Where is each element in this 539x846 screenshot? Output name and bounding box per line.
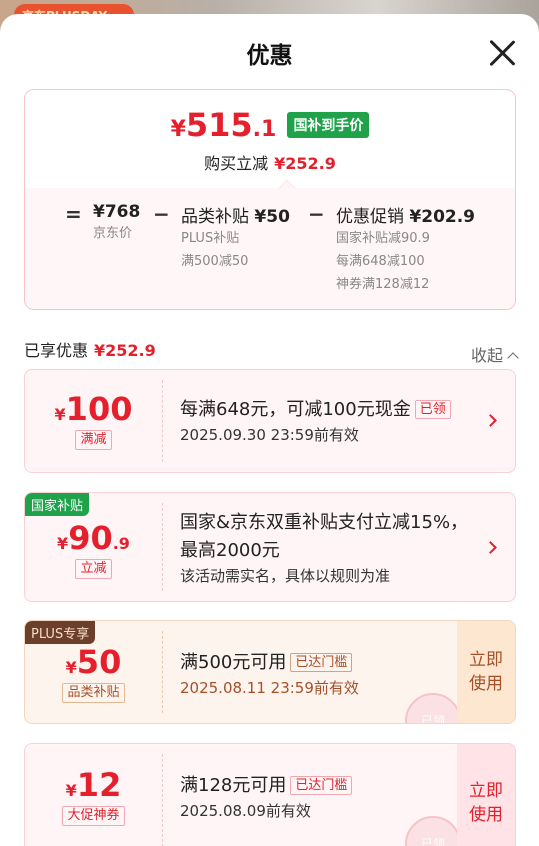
discount-sheet: 优惠 ¥515.1 国补到手价 购买立减 ¥252.9 = ¥768 京东价 − …: [0, 14, 539, 846]
gov-subsidy-tag: 国补到手价: [287, 112, 370, 138]
jd-price-column: ¥768 京东价: [93, 202, 141, 241]
equals-sign: =: [65, 202, 82, 226]
dashed-divider: [162, 754, 163, 846]
purchase-reduction: 购买立减 ¥252.9: [204, 154, 336, 173]
coupon-card-full-reduction[interactable]: ¥100 满减 每满648元，可减100元现金 已领 2025.09.30 23:…: [24, 369, 516, 473]
category-subsidy-column: 品类补贴 ¥50 PLUS补贴 满500减50: [181, 207, 290, 269]
chevron-right-icon[interactable]: [484, 541, 497, 554]
coupon-type-label: 品类补贴: [62, 683, 125, 703]
sheet-title: 优惠: [246, 43, 293, 69]
coupon-amount-block: ¥12 大促神券: [25, 744, 162, 846]
coupon-info: 国家&京东双重补贴支付立减15%，最高2000元 该活动需实名，具体以规则为准: [180, 512, 469, 585]
dashed-divider: [162, 503, 163, 591]
coupon-amount-block: ¥90.9 立减: [25, 493, 162, 601]
chevron-up-icon: [507, 352, 519, 364]
price-summary-card: ¥515.1 国补到手价 购买立减 ¥252.9 = ¥768 京东价 − 品类补…: [24, 89, 516, 310]
use-now-button[interactable]: 立即 使用: [457, 744, 515, 846]
dashed-divider: [162, 631, 163, 713]
coupon-info: 每满648元，可减100元现金 已领 2025.09.30 23:59前有效: [180, 396, 475, 446]
coupon-type-label: 大促神券: [62, 806, 125, 826]
coupon-type-label: 立减: [75, 559, 112, 579]
coupon-info: 满128元可用 已达门槛 2025.08.09前有效: [180, 772, 445, 822]
coupon-type-label: 满减: [75, 430, 112, 450]
chevron-right-icon[interactable]: [484, 414, 497, 427]
dashed-divider: [162, 380, 163, 462]
collapse-button[interactable]: 收起: [471, 342, 519, 366]
price-breakdown: = ¥768 京东价 − 品类补贴 ¥50 PLUS补贴 满500减50 − 优…: [25, 188, 515, 309]
enjoyed-discount: 已享优惠 ¥252.9: [24, 341, 156, 360]
coupon-amount-block: ¥100 满减: [25, 370, 162, 472]
coupon-card-gov-subsidy[interactable]: 国家补贴 ¥90.9 立减 国家&京东双重补贴支付立减15%，最高2000元 该…: [24, 492, 516, 602]
minus-sign-1: −: [153, 202, 170, 226]
coupon-amount-block: ¥50 品类补贴: [25, 621, 162, 723]
final-price-row: ¥515.1 国补到手价: [25, 106, 515, 144]
close-icon[interactable]: [487, 38, 517, 68]
final-price: ¥515.1: [170, 106, 277, 144]
summary-top: ¥515.1 国补到手价 购买立减 ¥252.9: [25, 90, 515, 197]
coupon-card-plus[interactable]: PLUS专享 ¥50 品类补贴 满500元可用 已达门槛 2025.08.11 2…: [24, 620, 516, 724]
promo-column: 优惠促销 ¥202.9 国家补贴减90.9 每满648减100 神券满128减1…: [336, 207, 476, 292]
minus-sign-2: −: [308, 202, 325, 226]
use-now-button[interactable]: 立即 使用: [457, 621, 515, 723]
coupon-card-promo[interactable]: ¥12 大促神券 满128元可用 已达门槛 2025.08.09前有效 已领 立即…: [24, 743, 516, 846]
coupon-info: 满500元可用 已达门槛 2025.08.11 23:59前有效: [180, 652, 359, 697]
